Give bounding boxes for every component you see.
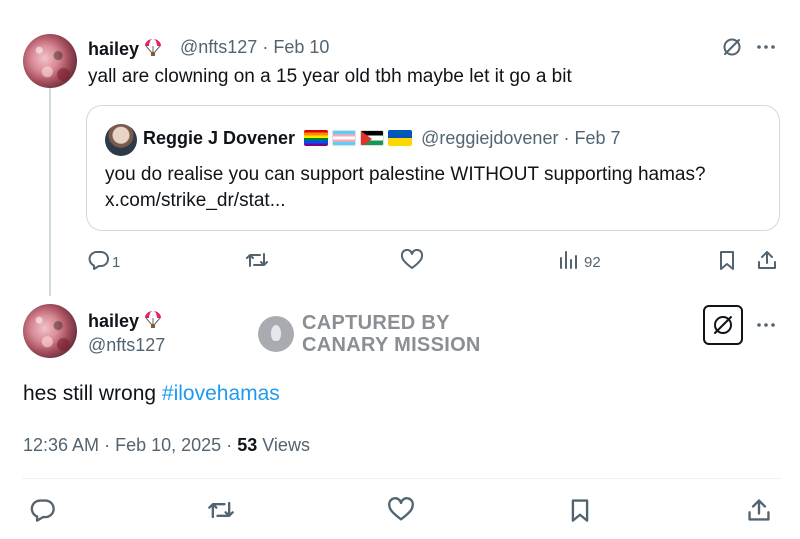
quoted-header: Reggie J Dovener @reggiejdovener · Feb 7 xyxy=(143,128,621,149)
canary-mission-watermark: CAPTURED BY CANARY MISSION xyxy=(258,312,481,356)
separator: · xyxy=(104,435,111,455)
tweet-text: yall are clowning on a 15 year old tbh m… xyxy=(88,66,572,87)
tweet-date[interactable]: Feb 10, 2025 xyxy=(115,435,221,455)
handle[interactable]: @nfts127 xyxy=(180,37,257,57)
quoted-display-name[interactable]: Reggie J Dovener xyxy=(143,128,295,148)
share-button[interactable] xyxy=(756,250,778,274)
views-label: Views xyxy=(257,435,310,455)
tweet-timestamp-row: 12:36 AM · Feb 10, 2025 · 53 Views xyxy=(23,435,310,456)
views-count: 53 xyxy=(237,435,258,455)
share-button[interactable] xyxy=(746,497,772,528)
tweet-time[interactable]: 12:36 AM xyxy=(23,435,99,455)
share-icon xyxy=(756,249,778,276)
bookmark-icon xyxy=(568,497,592,528)
canary-logo-icon xyxy=(258,316,294,352)
avatar[interactable] xyxy=(23,34,77,88)
grok-icon[interactable] xyxy=(703,305,743,345)
tweet-date[interactable]: Feb 10 xyxy=(273,37,329,57)
tweet-meta: @nfts127 · Feb 10 xyxy=(180,37,329,58)
display-name[interactable]: hailey xyxy=(88,37,163,62)
hashtag-link[interactable]: #ilovehamas xyxy=(162,382,280,405)
like-button[interactable] xyxy=(387,496,415,528)
retweet-button[interactable] xyxy=(207,499,235,525)
retweet-button[interactable] xyxy=(245,250,269,274)
parachute-emoji-icon xyxy=(143,309,163,334)
watermark-line-2: CANARY MISSION xyxy=(302,334,481,356)
more-icon[interactable] xyxy=(755,38,777,56)
tweet-text: hes still wrong #ilovehamas xyxy=(23,382,280,406)
reply-button[interactable]: 1 xyxy=(88,250,120,274)
like-icon xyxy=(400,248,424,276)
views-button[interactable]: 92 xyxy=(558,250,601,274)
display-name-text[interactable]: hailey xyxy=(88,39,139,59)
separator: · xyxy=(563,128,570,148)
separator: · xyxy=(226,435,233,455)
thread-connector xyxy=(49,88,51,296)
handle[interactable]: @nfts127 xyxy=(88,335,165,356)
tweet-text-body: hes still wrong xyxy=(23,382,162,405)
share-icon xyxy=(746,497,772,528)
reply-button[interactable] xyxy=(30,497,56,528)
more-icon[interactable] xyxy=(755,316,777,334)
views-count: 92 xyxy=(584,253,601,271)
ukraine-flag-icon xyxy=(388,130,413,146)
quoted-text: you do realise you can support palestine… xyxy=(105,164,706,185)
reply-icon xyxy=(30,497,56,528)
avatar[interactable] xyxy=(23,304,77,358)
display-name-text[interactable]: hailey xyxy=(88,311,139,331)
divider xyxy=(22,478,782,479)
quoted-date[interactable]: Feb 7 xyxy=(574,128,620,148)
palestine-flag-icon xyxy=(360,130,385,146)
retweet-icon xyxy=(207,497,235,528)
bookmark-button[interactable] xyxy=(567,497,593,528)
quoted-handle[interactable]: @reggiejdovener xyxy=(421,128,558,148)
grok-icon[interactable] xyxy=(721,36,743,58)
rainbow-flag-icon xyxy=(304,130,329,146)
reply-icon xyxy=(88,249,110,276)
views-icon xyxy=(558,249,578,276)
parachute-emoji-icon xyxy=(143,37,163,62)
separator: · xyxy=(262,37,269,57)
watermark-line-1: CAPTURED BY xyxy=(302,312,450,334)
quoted-avatar[interactable] xyxy=(105,124,137,156)
watermark-text: CAPTURED BY CANARY MISSION xyxy=(302,312,481,356)
display-name[interactable]: hailey xyxy=(88,309,163,334)
trans-flag-icon xyxy=(332,130,357,146)
reply-count: 1 xyxy=(112,253,121,271)
quoted-link[interactable]: x.com/strike_dr/stat... xyxy=(105,190,286,212)
like-button[interactable] xyxy=(400,248,424,276)
retweet-icon xyxy=(245,249,269,276)
like-icon xyxy=(387,496,415,528)
bookmark-button[interactable] xyxy=(716,250,738,274)
bookmark-icon xyxy=(717,249,737,276)
quoted-tweet[interactable]: Reggie J Dovener @reggiejdovener · Feb 7… xyxy=(86,105,780,231)
